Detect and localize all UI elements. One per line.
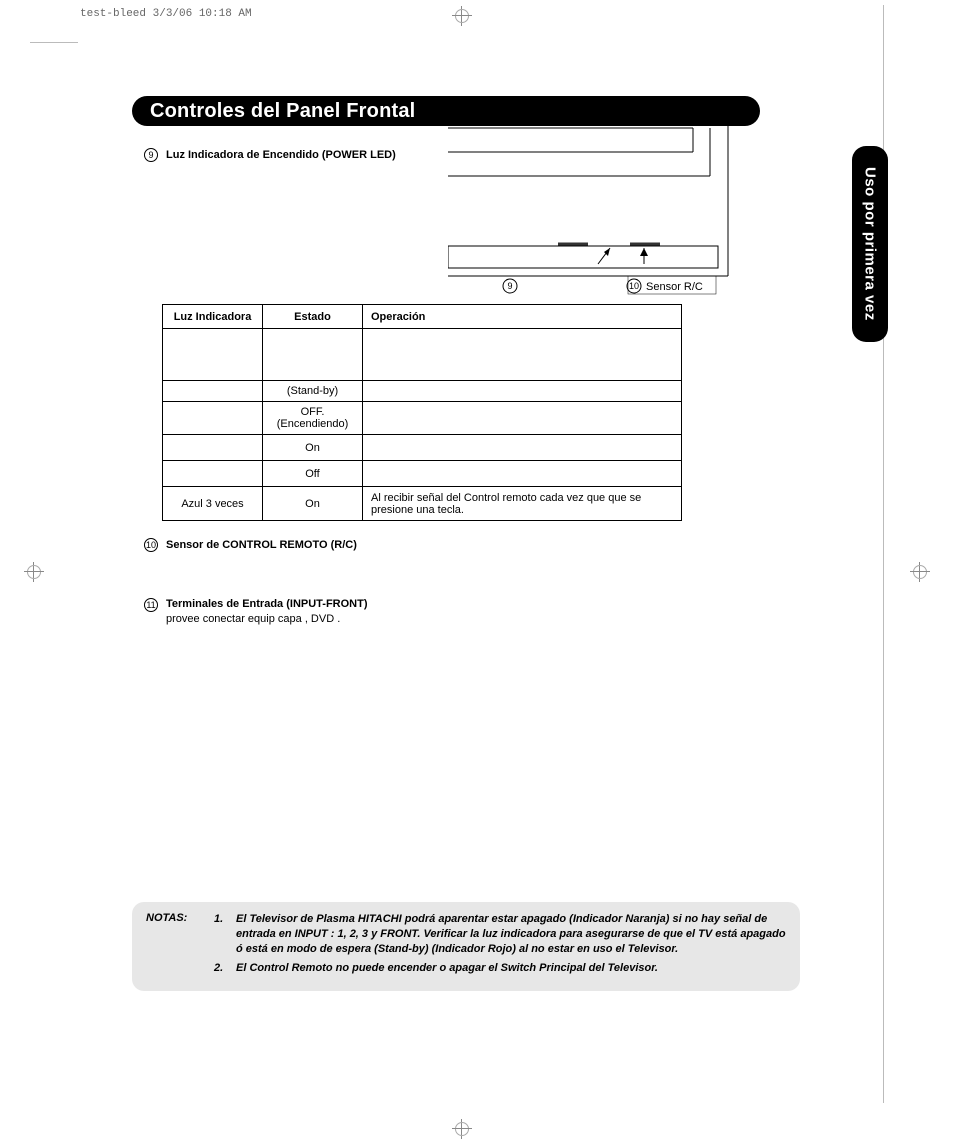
th-operacion: Operación — [363, 305, 682, 329]
callout-10: 10 — [629, 281, 639, 291]
cell-op — [363, 381, 682, 402]
cell-op: Al recibir señal del Control remoto cada… — [363, 487, 682, 521]
crop-mark-icon — [452, 1119, 472, 1139]
side-tab-label: Uso por primera vez — [862, 167, 879, 321]
circled-number-icon: 11 — [144, 598, 158, 612]
table-row: On — [163, 435, 682, 461]
item-11-body: provee conectar equip capa , DVD . — [166, 612, 368, 627]
item-11: 11 Terminales de Entrada (INPUT-FRONT) p… — [144, 598, 368, 627]
cell-op — [363, 402, 682, 435]
section-title: Controles del Panel Frontal — [132, 96, 760, 126]
table-row: Off — [163, 461, 682, 487]
trim-line — [883, 5, 884, 45]
item-9: 9 Luz Indicadora de Encendido (POWER LED… — [144, 148, 396, 162]
side-tab: Uso por primera vez — [852, 146, 888, 342]
cell-est: Off — [263, 461, 363, 487]
note-item: 1. El Televisor de Plasma HITACHI podrá … — [214, 912, 786, 957]
note-num: 1. — [214, 912, 228, 957]
note-text: El Televisor de Plasma HITACHI podrá apa… — [236, 912, 786, 957]
crop-mark-icon — [452, 6, 472, 26]
cell-luz — [163, 402, 263, 435]
cell-est: On — [263, 487, 363, 521]
table-row: Azul 3 veces On Al recibir señal del Con… — [163, 487, 682, 521]
item-9-label: Luz Indicadora de Encendido (POWER LED) — [166, 149, 396, 161]
item-11-label: Terminales de Entrada (INPUT-FRONT) — [166, 598, 368, 610]
tv-corner-diagram: 9 10 Sensor R/C — [448, 126, 760, 326]
cell-op — [363, 435, 682, 461]
crop-mark-icon — [910, 562, 930, 582]
notes-box: NOTAS: 1. El Televisor de Plasma HITACHI… — [132, 902, 800, 991]
cell-luz: Azul 3 veces — [163, 487, 263, 521]
item-10-label: Sensor de CONTROL REMOTO (R/C) — [166, 539, 357, 551]
note-item: 2. El Control Remoto no puede encender o… — [214, 961, 786, 976]
trim-line — [30, 42, 78, 43]
page-meta: test-bleed 3/3/06 10:18 AM — [80, 8, 252, 20]
cell-est — [263, 329, 363, 381]
page-body: Controles del Panel Frontal Uso por prim… — [78, 42, 884, 1103]
note-text: El Control Remoto no puede encender o ap… — [236, 961, 658, 976]
cell-luz — [163, 435, 263, 461]
cell-op — [363, 461, 682, 487]
table-row: (Stand-by) — [163, 381, 682, 402]
crop-mark-icon — [24, 562, 44, 582]
cell-est: On — [263, 435, 363, 461]
led-table: Luz Indicadora Estado Operación (Stand-b… — [162, 304, 682, 521]
th-estado: Estado — [263, 305, 363, 329]
cell-est: (Stand-by) — [263, 381, 363, 402]
circled-number-icon: 9 — [144, 148, 158, 162]
sensor-label: Sensor R/C — [646, 281, 703, 293]
table-row: OFF. (Encendiendo) — [163, 402, 682, 435]
cell-luz — [163, 461, 263, 487]
cell-luz — [163, 329, 263, 381]
notes-label: NOTAS: — [146, 912, 202, 979]
note-num: 2. — [214, 961, 228, 976]
circled-number-icon: 10 — [144, 538, 158, 552]
th-luz: Luz Indicadora — [163, 305, 263, 329]
callout-9: 9 — [507, 281, 512, 291]
cell-op — [363, 329, 682, 381]
cell-est: OFF. (Encendiendo) — [263, 402, 363, 435]
cell-luz — [163, 381, 263, 402]
table-row — [163, 329, 682, 381]
item-10: 10 Sensor de CONTROL REMOTO (R/C) — [144, 538, 357, 552]
